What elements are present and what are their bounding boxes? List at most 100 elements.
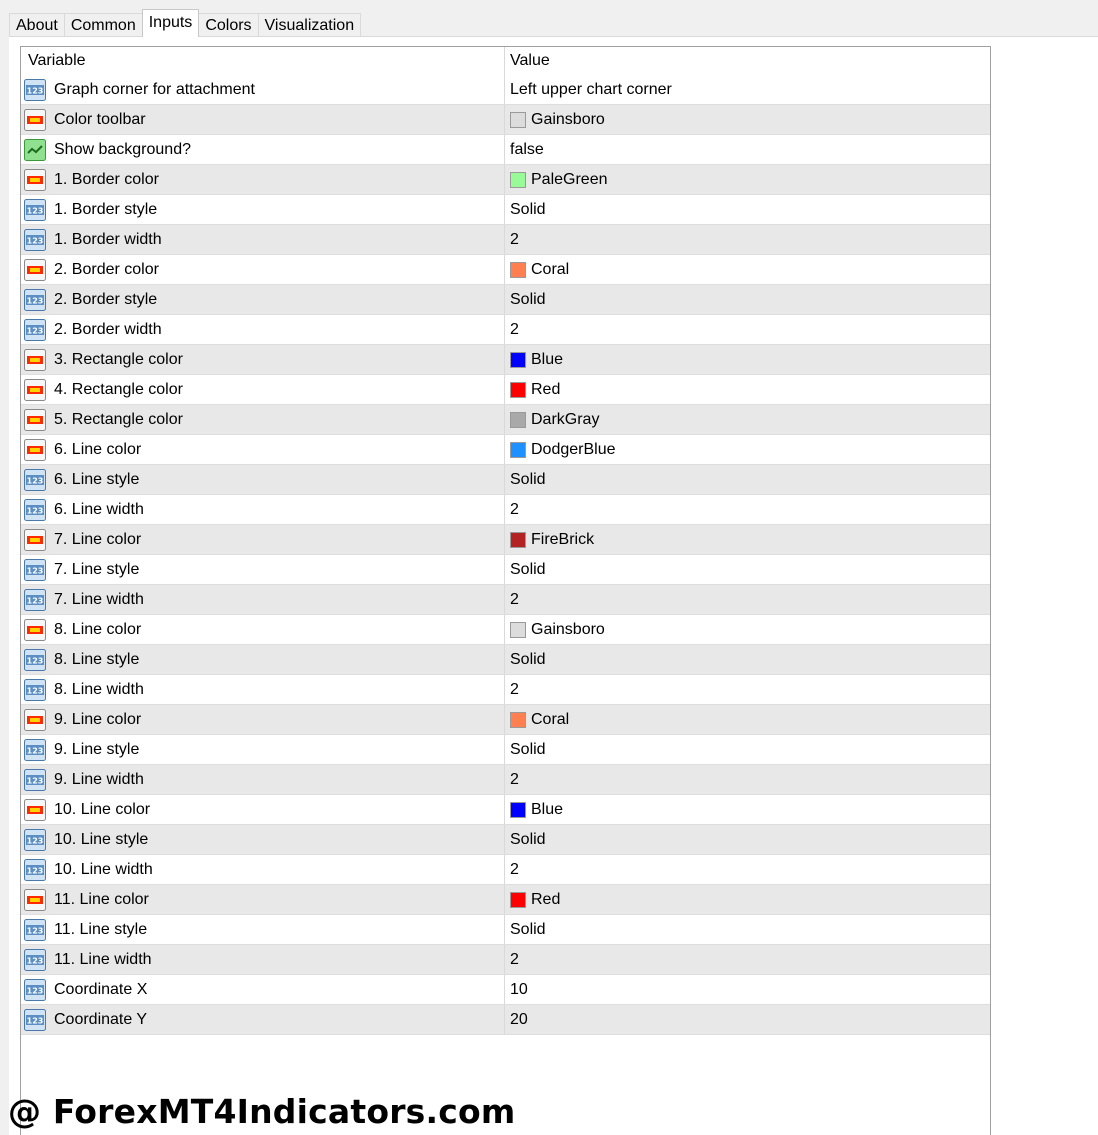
variable-cell[interactable]: 5. Rectangle color xyxy=(21,405,505,434)
variable-cell[interactable]: 123 7. Line style xyxy=(21,555,505,584)
table-row[interactable]: 123 2. Border width 2 xyxy=(21,315,990,345)
tab-common[interactable]: Common xyxy=(63,13,143,37)
table-row[interactable]: 11. Line color Red xyxy=(21,885,990,915)
value-cell[interactable]: Solid xyxy=(505,555,990,584)
color-swatch[interactable] xyxy=(510,411,526,428)
tab-visualization[interactable]: Visualization xyxy=(257,13,362,37)
value-cell[interactable]: Solid xyxy=(505,735,990,764)
table-row[interactable]: 123 8. Line width 2 xyxy=(21,675,990,705)
variable-cell[interactable]: 6. Line color xyxy=(21,435,505,464)
value-cell[interactable]: Coral xyxy=(505,255,990,284)
value-cell[interactable]: false xyxy=(505,135,990,164)
table-row[interactable]: Color toolbar Gainsboro xyxy=(21,105,990,135)
value-cell[interactable]: 2 xyxy=(505,585,990,614)
value-cell[interactable]: 2 xyxy=(505,225,990,254)
color-swatch[interactable] xyxy=(510,381,526,398)
table-row[interactable]: 123 6. Line style Solid xyxy=(21,465,990,495)
value-cell[interactable]: DodgerBlue xyxy=(505,435,990,464)
table-row[interactable]: 123 Graph corner for attachment Left upper… xyxy=(21,75,990,105)
value-cell[interactable]: 2 xyxy=(505,495,990,524)
variable-cell[interactable]: 123 11. Line width xyxy=(21,945,505,974)
variable-cell[interactable]: 4. Rectangle color xyxy=(21,375,505,404)
column-header-value[interactable]: Value xyxy=(505,47,550,75)
variable-cell[interactable]: 123 9. Line width xyxy=(21,765,505,794)
table-row[interactable]: 4. Rectangle color Red xyxy=(21,375,990,405)
value-cell[interactable]: Solid xyxy=(505,825,990,854)
variable-cell[interactable]: 123 Graph corner for attachment xyxy=(21,75,505,104)
tab-inputs[interactable]: Inputs xyxy=(141,9,200,37)
variable-cell[interactable]: 7. Line color xyxy=(21,525,505,554)
variable-cell[interactable]: 123 1. Border width xyxy=(21,225,505,254)
color-swatch[interactable] xyxy=(510,711,526,728)
value-cell[interactable]: Coral xyxy=(505,705,990,734)
table-row[interactable]: 123 2. Border style Solid xyxy=(21,285,990,315)
variable-cell[interactable]: 8. Line color xyxy=(21,615,505,644)
value-cell[interactable]: Blue xyxy=(505,345,990,374)
color-swatch[interactable] xyxy=(510,441,526,458)
value-cell[interactable]: 10 xyxy=(505,975,990,1004)
value-cell[interactable]: Solid xyxy=(505,285,990,314)
value-cell[interactable]: Gainsboro xyxy=(505,615,990,644)
variable-cell[interactable]: 123 1. Border style xyxy=(21,195,505,224)
variable-cell[interactable]: 123 9. Line style xyxy=(21,735,505,764)
value-cell[interactable]: Blue xyxy=(505,795,990,824)
table-row[interactable]: 123 10. Line style Solid xyxy=(21,825,990,855)
table-row[interactable]: 1. Border color PaleGreen xyxy=(21,165,990,195)
variable-cell[interactable]: 123 8. Line style xyxy=(21,645,505,674)
variable-cell[interactable]: 123 6. Line style xyxy=(21,465,505,494)
table-row[interactable]: 3. Rectangle color Blue xyxy=(21,345,990,375)
value-cell[interactable]: Solid xyxy=(505,915,990,944)
table-row[interactable]: 123 7. Line style Solid xyxy=(21,555,990,585)
variable-cell[interactable]: 123 8. Line width xyxy=(21,675,505,704)
variable-cell[interactable]: 123 10. Line width xyxy=(21,855,505,884)
table-row[interactable]: Show background? false xyxy=(21,135,990,165)
color-swatch[interactable] xyxy=(510,531,526,548)
variable-cell[interactable]: Color toolbar xyxy=(21,105,505,134)
variable-cell[interactable]: 123 2. Border width xyxy=(21,315,505,344)
variable-cell[interactable]: 1. Border color xyxy=(21,165,505,194)
value-cell[interactable]: Solid xyxy=(505,195,990,224)
value-cell[interactable]: Red xyxy=(505,885,990,914)
table-row[interactable]: 123 6. Line width 2 xyxy=(21,495,990,525)
table-row[interactable]: 10. Line color Blue xyxy=(21,795,990,825)
table-row[interactable]: 123 8. Line style Solid xyxy=(21,645,990,675)
value-cell[interactable]: 2 xyxy=(505,675,990,704)
table-row[interactable]: 6. Line color DodgerBlue xyxy=(21,435,990,465)
table-row[interactable]: 123 7. Line width 2 xyxy=(21,585,990,615)
value-cell[interactable]: DarkGray xyxy=(505,405,990,434)
table-row[interactable]: 123 1. Border width 2 xyxy=(21,225,990,255)
variable-cell[interactable]: 2. Border color xyxy=(21,255,505,284)
tab-about[interactable]: About xyxy=(9,13,65,37)
variable-cell[interactable]: 123 6. Line width xyxy=(21,495,505,524)
table-row[interactable]: 123 9. Line width 2 xyxy=(21,765,990,795)
value-cell[interactable]: Gainsboro xyxy=(505,105,990,134)
color-swatch[interactable] xyxy=(510,801,526,818)
table-row[interactable]: 5. Rectangle color DarkGray xyxy=(21,405,990,435)
table-row[interactable]: 123 11. Line width 2 xyxy=(21,945,990,975)
value-cell[interactable]: 2 xyxy=(505,945,990,974)
table-row[interactable]: 123 9. Line style Solid xyxy=(21,735,990,765)
value-cell[interactable]: PaleGreen xyxy=(505,165,990,194)
table-row[interactable]: 2. Border color Coral xyxy=(21,255,990,285)
value-cell[interactable]: FireBrick xyxy=(505,525,990,554)
table-row[interactable]: 123 11. Line style Solid xyxy=(21,915,990,945)
value-cell[interactable]: Solid xyxy=(505,465,990,494)
table-row[interactable]: 8. Line color Gainsboro xyxy=(21,615,990,645)
value-cell[interactable]: 2 xyxy=(505,315,990,344)
table-row[interactable]: 9. Line color Coral xyxy=(21,705,990,735)
variable-cell[interactable]: 11. Line color xyxy=(21,885,505,914)
variable-cell[interactable]: 123 Coordinate X xyxy=(21,975,505,1004)
table-row[interactable]: 123 Coordinate Y 20 xyxy=(21,1005,990,1035)
table-row[interactable]: 7. Line color FireBrick xyxy=(21,525,990,555)
color-swatch[interactable] xyxy=(510,891,526,908)
variable-cell[interactable]: 123 2. Border style xyxy=(21,285,505,314)
value-cell[interactable]: Left upper chart corner xyxy=(505,75,990,104)
variable-cell[interactable]: 123 10. Line style xyxy=(21,825,505,854)
color-swatch[interactable] xyxy=(510,171,526,188)
variable-cell[interactable]: 10. Line color xyxy=(21,795,505,824)
variable-cell[interactable]: 123 7. Line width xyxy=(21,585,505,614)
variable-cell[interactable]: 9. Line color xyxy=(21,705,505,734)
color-swatch[interactable] xyxy=(510,621,526,638)
tab-colors[interactable]: Colors xyxy=(198,13,259,37)
variable-cell[interactable]: 123 11. Line style xyxy=(21,915,505,944)
